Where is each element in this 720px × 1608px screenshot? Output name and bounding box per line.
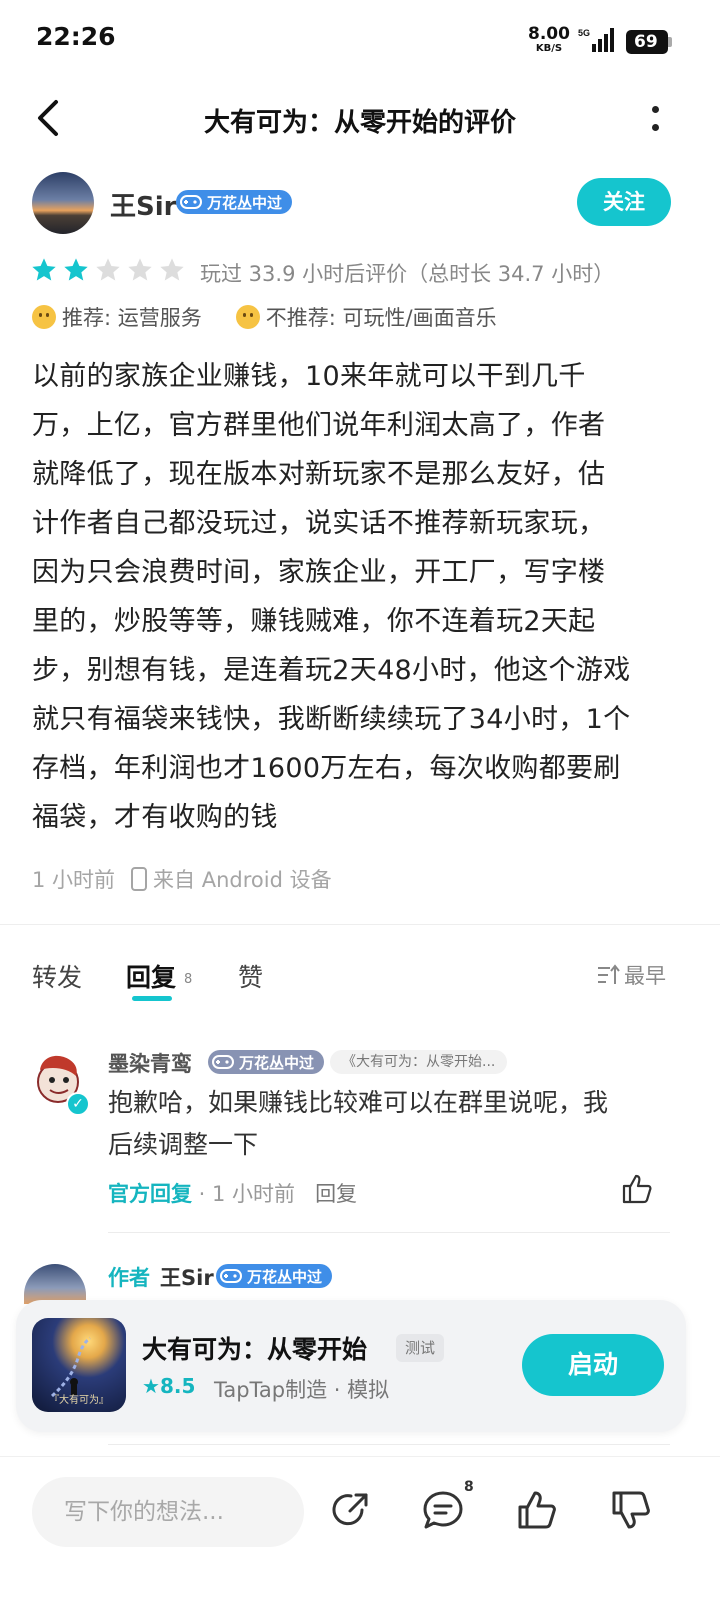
- signal-icon: 5G: [578, 28, 614, 52]
- star-empty-icon: [96, 258, 120, 281]
- sad-emoji-icon: [235, 305, 260, 329]
- game-rating: ★8.5: [142, 1374, 195, 1398]
- gamepad-icon: [212, 1055, 234, 1069]
- author-player-badge[interactable]: 万花丛中过: [176, 190, 293, 214]
- not-recommend-tags: 不推荐: 可玩性/画面音乐: [265, 306, 497, 330]
- review-line: 以前的家族企业赚钱，10来年就可以干到几千: [32, 361, 586, 392]
- review-line: 因为只会浪费时间，家族企业，开工厂，写字楼: [32, 557, 606, 588]
- launch-button[interactable]: 启动: [522, 1334, 664, 1396]
- phone-icon: [131, 867, 148, 891]
- section-divider: [0, 924, 720, 925]
- sort-icon: [598, 964, 620, 984]
- like-icon[interactable]: [514, 1487, 560, 1533]
- review-device: 来自 Android 设备: [153, 868, 332, 892]
- review-text: 以前的家族企业赚钱，10来年就可以干到几千 万，上亿，官方群里他们说年利润太高了…: [32, 352, 672, 842]
- star-rating: [30, 256, 186, 284]
- author-reply-name[interactable]: 王Sir: [160, 1262, 214, 1292]
- review-line: 就降低了，现在版本对新玩家不是那么友好，估: [32, 459, 606, 490]
- page-title: 大有可为：从零开始的评价: [203, 108, 516, 138]
- review-line: 计作者自己都没玩过，说实话不推荐新玩家玩，: [32, 508, 606, 539]
- comment-divider: [108, 1444, 670, 1445]
- tab-reply-count: 8: [184, 972, 193, 987]
- verified-check-icon: ✓: [66, 1092, 90, 1116]
- comment-divider: [108, 1232, 670, 1233]
- commenter-player-badge[interactable]: 万花丛中过: [208, 1050, 325, 1074]
- tab-forward[interactable]: 转发: [32, 958, 82, 994]
- network-speed-unit: KB/S: [535, 43, 563, 54]
- tab-reply-label: 回复: [126, 963, 177, 992]
- author-tag: 作者: [108, 1266, 150, 1290]
- recommend-row: 推荐: 运营服务 不推荐: 可玩性/画面音乐: [32, 302, 497, 332]
- author-name[interactable]: 王Sir: [110, 186, 176, 223]
- review-line: 福袋，才有收购的钱: [32, 802, 278, 833]
- game-subtitle: TapTap制造 · 模拟: [214, 1378, 390, 1402]
- review-time: 1 小时前: [32, 868, 116, 892]
- review-line: 存档，年利润也才1600万左右，每次收购都要刷: [32, 753, 621, 784]
- comment-time: · 1 小时前: [192, 1182, 296, 1206]
- network-speed: 8.00 KB/S: [526, 26, 572, 54]
- commenter-name[interactable]: 墨染青鸾: [108, 1048, 192, 1078]
- tab-like[interactable]: 赞: [238, 958, 263, 994]
- author-reply-avatar[interactable]: [24, 1264, 86, 1304]
- review-line: 万，上亿，官方群里他们说年利润太高了，作者: [32, 410, 606, 441]
- author-reply-badge[interactable]: 万花丛中过: [216, 1264, 333, 1288]
- interaction-tabs: 转发 回复 8 赞 最早: [0, 944, 720, 1004]
- bottom-action-bar: 写下你的想法... 8: [0, 1456, 720, 1608]
- comment-count: 8: [464, 1479, 474, 1495]
- review-line: 里的，炒股等等，赚钱贼难，你不连着玩2天起: [32, 606, 596, 637]
- comment-text: 抱歉哈，如果赚钱比较难可以在群里说呢，我 后续调整一下: [108, 1082, 668, 1166]
- comment-line: 抱歉哈，如果赚钱比较难可以在群里说呢，我: [108, 1088, 609, 1117]
- status-bar: 22:26 8.00 KB/S 5G 69: [0, 0, 720, 80]
- thumbs-up-icon[interactable]: [620, 1172, 654, 1206]
- game-icon[interactable]: 『大有可为』: [32, 1318, 126, 1412]
- review-meta: 1 小时前 来自 Android 设备: [32, 864, 332, 894]
- gamepad-icon: [180, 195, 202, 209]
- network-speed-value: 8.00: [528, 24, 570, 44]
- star-empty-icon: [128, 258, 152, 281]
- sort-label: 最早: [624, 964, 666, 988]
- star-icon: ★: [142, 1374, 160, 1398]
- network-type: 5G: [578, 28, 590, 38]
- star-filled-icon: [64, 258, 88, 281]
- commenter-badge-label: 万花丛中过: [239, 1053, 315, 1072]
- gamepad-icon: [220, 1269, 242, 1283]
- more-options-icon[interactable]: [646, 102, 666, 138]
- share-icon[interactable]: [328, 1487, 374, 1533]
- top-nav: 大有可为：从零开始的评价: [0, 80, 720, 160]
- game-reference-chip[interactable]: 《大有可为：从零开始...: [330, 1050, 508, 1074]
- author-avatar[interactable]: [32, 172, 94, 234]
- star-filled-icon: [32, 258, 56, 281]
- dislike-icon[interactable]: [608, 1487, 654, 1533]
- follow-button[interactable]: 关注: [577, 178, 671, 226]
- test-tag: 测试: [396, 1334, 445, 1362]
- review-line: 就只有福袋来钱快，我断断续续玩了34小时，1个: [32, 704, 631, 735]
- battery-level: 69: [634, 32, 658, 52]
- smile-emoji-icon: [32, 305, 56, 329]
- comment-icon[interactable]: [420, 1487, 466, 1533]
- played-duration: 玩过 33.9 小时后评价（总时长 34.7 小时）: [200, 262, 615, 286]
- recommend-tags: 推荐: 运营服务: [62, 306, 202, 330]
- game-rating-value: 8.5: [159, 1374, 196, 1398]
- sort-button[interactable]: 最早: [596, 960, 666, 990]
- status-time: 22:26: [36, 22, 116, 51]
- comment-input[interactable]: 写下你的想法...: [32, 1477, 304, 1547]
- battery-icon: 69: [626, 30, 672, 54]
- active-tab-indicator: [132, 996, 172, 1001]
- star-empty-icon: [160, 258, 184, 281]
- comment-reply-button[interactable]: 回复: [315, 1182, 357, 1206]
- official-reply-tag: 官方回复: [108, 1182, 192, 1206]
- game-icon-caption: 『大有可为』: [49, 1395, 109, 1406]
- comment-meta: 官方回复 · 1 小时前 回复: [108, 1178, 357, 1208]
- author-reply-badge-label: 万花丛中过: [247, 1267, 323, 1286]
- author-badge-label: 万花丛中过: [207, 193, 283, 212]
- game-title: 大有可为：从零开始: [142, 1335, 368, 1364]
- tab-reply[interactable]: 回复 8: [126, 958, 193, 1001]
- comment-line: 后续调整一下: [108, 1130, 259, 1159]
- review-line: 步，别想有钱，是连着玩2天48小时，他这个游戏: [32, 655, 631, 686]
- game-card[interactable]: 『大有可为』 大有可为：从零开始 测试 ★8.5 TapTap制造 · 模拟 启…: [16, 1300, 686, 1432]
